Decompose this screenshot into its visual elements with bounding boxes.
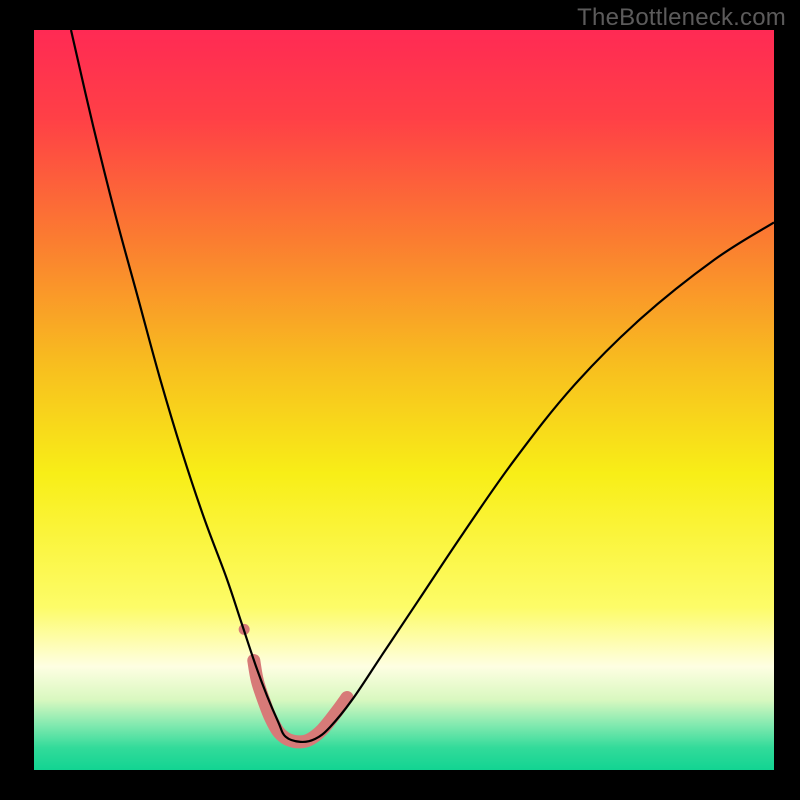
watermark-text: TheBottleneck.com (577, 4, 786, 32)
plot-background (34, 30, 774, 770)
bottleneck-chart (0, 0, 800, 800)
chart-frame: TheBottleneck.com (0, 0, 800, 800)
